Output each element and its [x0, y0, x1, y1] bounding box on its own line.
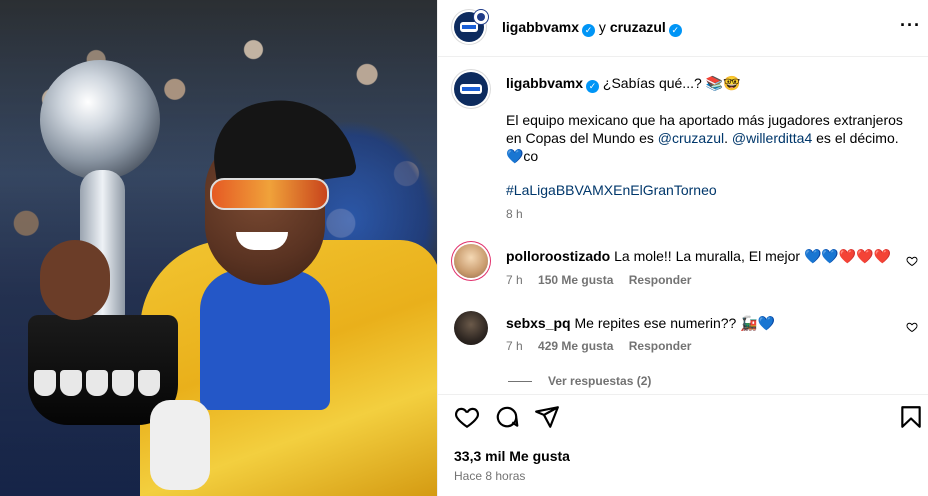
post-time: Hace 8 horas	[454, 469, 526, 483]
sunglasses	[210, 178, 329, 210]
heart-icon[interactable]	[454, 404, 480, 430]
caption-co: 💙co	[506, 148, 539, 164]
send-icon[interactable]	[534, 404, 560, 430]
comment-meta: 7 h 150 Me gusta Responder	[506, 273, 691, 287]
caption-text: .	[724, 130, 732, 146]
header-user2[interactable]: cruzazul	[610, 19, 666, 35]
club-badge	[112, 370, 134, 396]
heart-icon[interactable]	[906, 255, 918, 267]
club-badge	[86, 370, 108, 396]
trophy-ball	[40, 60, 160, 180]
comment-time: 7 h	[506, 339, 523, 353]
club-badge	[60, 370, 82, 396]
likes-count[interactable]: 33,3 mil Me gusta	[454, 448, 570, 464]
comment-likes[interactable]: 150 Me gusta	[538, 273, 613, 287]
caption-text: es el décimo.	[812, 130, 899, 146]
hand	[40, 240, 110, 320]
caption-paragraph: El equipo mexicano que ha aportado más j…	[506, 111, 906, 147]
caption-avatar[interactable]	[454, 72, 488, 106]
view-replies-label[interactable]: Ver respuestas (2)	[548, 374, 651, 388]
bookmark-icon[interactable]	[898, 404, 924, 430]
comment: polloroostizado La mole!! La muralla, El…	[506, 247, 896, 265]
comment-text: La mole!! La muralla, El mejor 💙💙❤️❤️❤️	[614, 248, 892, 264]
mention-willerditta4[interactable]: @willerditta4	[732, 130, 812, 146]
header-joiner: y	[598, 19, 606, 35]
collab-avatar[interactable]	[473, 9, 489, 25]
post-panel: ligabbvamx ✓ y cruzazul ✓ ··· ligabbvamx ✓ …	[437, 0, 928, 496]
club-badge	[34, 370, 56, 396]
caption-time: 8 h	[506, 207, 523, 221]
comment-icon[interactable]	[494, 404, 520, 430]
comment-username[interactable]: polloroostizado	[506, 248, 610, 264]
verified-icon: ✓	[582, 24, 596, 37]
reply-line	[508, 381, 532, 383]
comment-time: 7 h	[506, 273, 523, 287]
comment: sebxs_pq Me repites ese numerin?? 🚂💙	[506, 314, 896, 332]
club-badge	[138, 370, 160, 396]
comment-text: Me repites ese numerin?? 🚂💙	[574, 315, 776, 331]
caption-username[interactable]: ligabbvamx	[506, 75, 583, 91]
comment-username[interactable]: sebxs_pq	[506, 315, 571, 331]
caption-line1: ¿Sabías qué...? 📚🤓	[602, 75, 741, 91]
verified-icon: ✓	[668, 24, 682, 37]
post-image[interactable]	[0, 0, 437, 496]
verified-icon: ✓	[586, 80, 600, 93]
reply-button[interactable]: Responder	[629, 273, 692, 287]
reply-button[interactable]: Responder	[629, 339, 692, 353]
header-usernames: ligabbvamx ✓ y cruzazul ✓	[502, 19, 682, 37]
comment-avatar[interactable]	[454, 244, 488, 278]
hashtag-link[interactable]: #LaLigaBBVAMXEnElGranTorneo	[506, 181, 916, 199]
blue-shirt	[200, 270, 330, 410]
heart-icon[interactable]	[906, 321, 918, 333]
view-replies[interactable]: Ver respuestas (2)	[508, 374, 651, 388]
caption: ligabbvamx ✓ ¿Sabías qué...? 📚🤓 El equipo…	[506, 74, 916, 223]
wrist-tape	[150, 400, 210, 490]
ellipsis-icon[interactable]: ···	[900, 15, 921, 36]
divider	[438, 394, 928, 395]
post-header: ligabbvamx ✓ y cruzazul ✓ ···	[438, 0, 928, 57]
comment-avatar[interactable]	[454, 311, 488, 345]
comment-likes[interactable]: 429 Me gusta	[538, 339, 613, 353]
comment-meta: 7 h 429 Me gusta Responder	[506, 339, 691, 353]
mention-cruzazul[interactable]: @cruzazul	[658, 130, 724, 146]
header-user1[interactable]: ligabbvamx	[502, 19, 579, 35]
